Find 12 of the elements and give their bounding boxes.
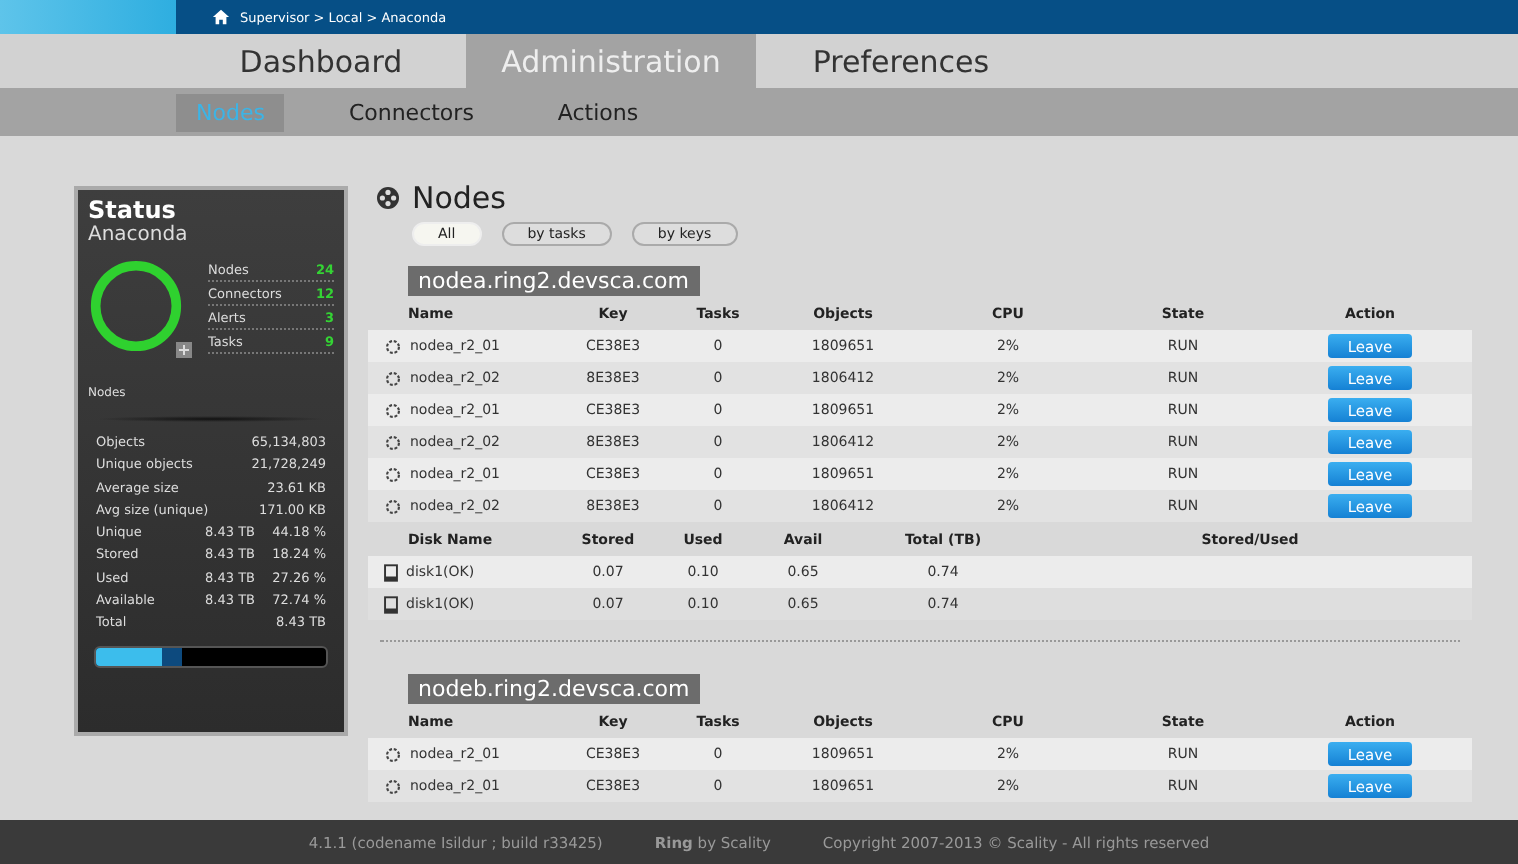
status-subtitle: Anaconda — [88, 224, 190, 246]
section-title: Nodes — [412, 180, 506, 216]
nav-tab[interactable]: Administration — [466, 34, 756, 88]
host-label: nodeb.ring2.devsca.com — [408, 674, 700, 704]
ring-chart — [88, 258, 184, 354]
home-icon[interactable] — [212, 8, 230, 26]
nodes-icon — [376, 186, 400, 210]
status-title: Status — [88, 198, 178, 224]
host-label: nodea.ring2.devsca.com — [408, 266, 699, 296]
sub-tab[interactable]: Actions — [537, 93, 659, 131]
plus-icon[interactable] — [176, 342, 192, 358]
sub-tab[interactable]: Connectors — [328, 93, 494, 131]
